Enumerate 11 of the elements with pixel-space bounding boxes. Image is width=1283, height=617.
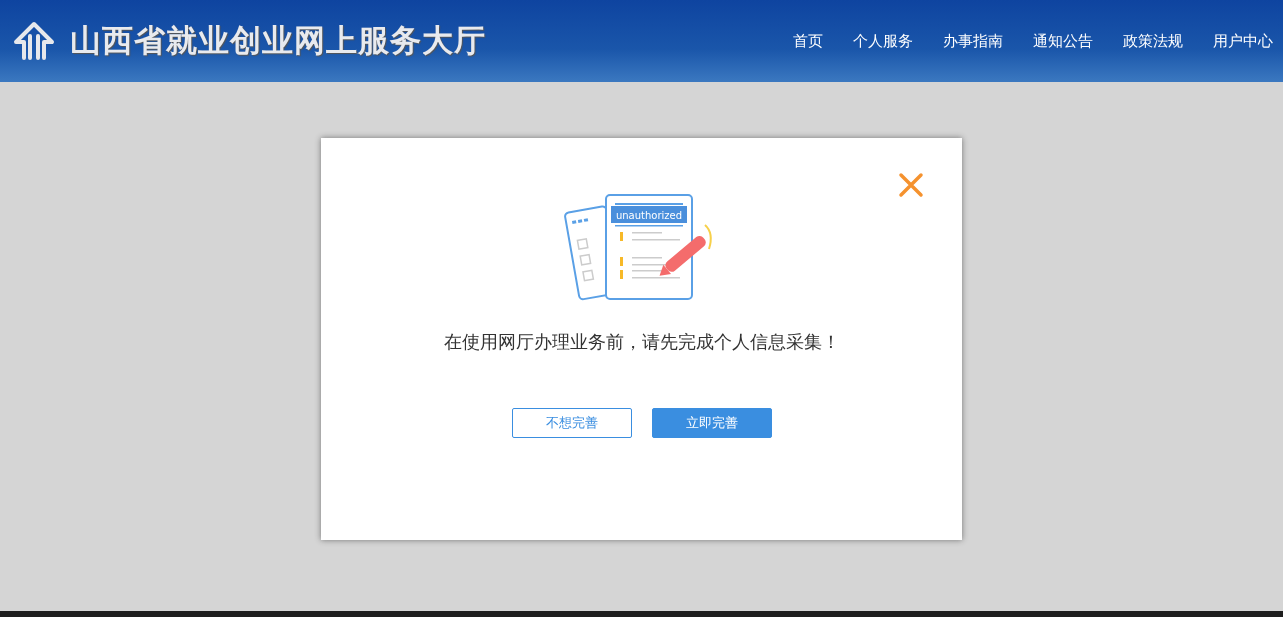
site-title: 山西省就业创业网上服务大厅 bbox=[70, 21, 486, 60]
logo-icon bbox=[12, 20, 56, 62]
nav-link[interactable]: 首页 bbox=[793, 31, 823, 51]
decline-button[interactable]: 不想完善 bbox=[511, 408, 632, 438]
dialog-message: 在使用网厅办理业务前，请先完成个人信息采集！ bbox=[443, 330, 840, 354]
nav-link[interactable]: 通知公告 bbox=[1033, 31, 1093, 51]
nav-link[interactable]: 办事指南 bbox=[943, 31, 1003, 51]
close-button[interactable] bbox=[898, 172, 924, 198]
nav-link[interactable]: 政策法规 bbox=[1123, 31, 1183, 51]
nav-link[interactable]: 个人服务 bbox=[853, 31, 913, 51]
nav-link[interactable]: 用户中心 bbox=[1213, 31, 1273, 51]
